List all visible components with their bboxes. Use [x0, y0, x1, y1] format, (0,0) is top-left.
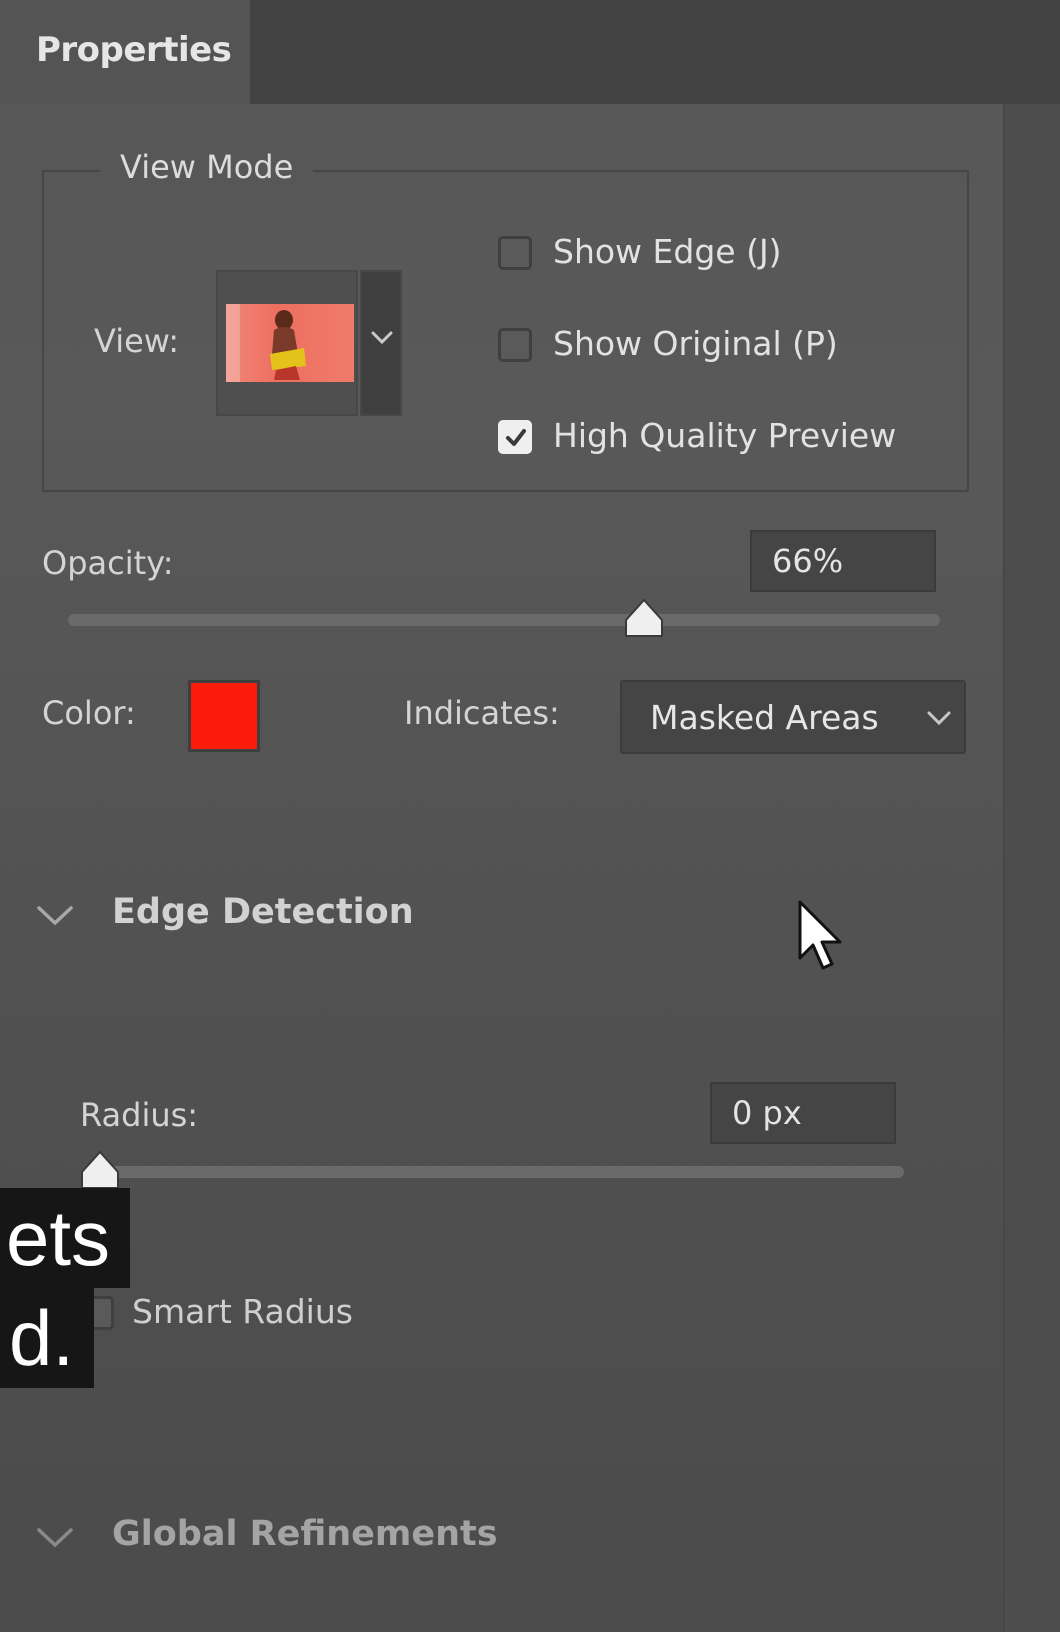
- chevron-down-icon: [37, 906, 73, 926]
- color-label: Color:: [42, 694, 136, 732]
- indicates-label: Indicates:: [404, 694, 560, 732]
- indicates-select-value: Masked Areas: [650, 698, 879, 737]
- opacity-slider-track[interactable]: [68, 598, 940, 637]
- tab-properties[interactable]: Properties: [0, 0, 250, 104]
- view-dropdown-button[interactable]: [360, 270, 402, 416]
- video-caption-line-1: ets: [0, 1188, 130, 1288]
- global-refinements-title: Global Refinements: [112, 1514, 498, 1554]
- video-caption-text-2: d.: [8, 1294, 74, 1382]
- show-original-label: Show Original (P): [553, 324, 838, 363]
- radius-value-field[interactable]: 0 px: [710, 1082, 896, 1144]
- view-thumbnail[interactable]: [226, 304, 354, 382]
- opacity-label: Opacity:: [42, 544, 174, 582]
- opacity-slider-thumb[interactable]: [622, 598, 666, 638]
- tab-properties-label: Properties: [36, 30, 232, 70]
- show-edge-label: Show Edge (J): [553, 232, 782, 271]
- radius-value: 0 px: [732, 1094, 802, 1132]
- indicates-select[interactable]: Masked Areas: [620, 680, 966, 754]
- high-quality-preview-checkbox[interactable]: [498, 420, 532, 454]
- opacity-value-field[interactable]: 66%: [750, 530, 936, 592]
- portrait-icon: [270, 310, 306, 380]
- chevron-down-icon: [927, 711, 951, 726]
- chevron-down-icon: [37, 1528, 73, 1548]
- thumbnail-strip: [226, 304, 240, 382]
- smart-radius-label: Smart Radius: [132, 1292, 353, 1331]
- radius-slider-track[interactable]: [81, 1150, 904, 1189]
- radius-label: Radius:: [80, 1096, 199, 1134]
- scrollbar-track[interactable]: [1003, 104, 1060, 1632]
- edge-detection-title: Edge Detection: [112, 892, 414, 932]
- view-mode-legend: View Mode: [100, 148, 314, 186]
- color-swatch[interactable]: [188, 680, 260, 752]
- opacity-value: 66%: [772, 542, 844, 580]
- show-edge-checkbox[interactable]: [498, 236, 532, 270]
- view-label: View:: [94, 322, 179, 360]
- chevron-down-icon: [371, 331, 393, 345]
- mouse-cursor-icon: [798, 900, 842, 970]
- checkmark-icon: [506, 429, 526, 446]
- show-original-checkbox[interactable]: [498, 328, 532, 362]
- video-caption-text-1: ets: [5, 1194, 110, 1282]
- tab-bar: Properties: [0, 0, 1060, 104]
- radius-slider-thumb[interactable]: [78, 1150, 122, 1190]
- video-caption-line-2: d.: [0, 1288, 94, 1388]
- high-quality-preview-label: High Quality Preview: [553, 416, 897, 455]
